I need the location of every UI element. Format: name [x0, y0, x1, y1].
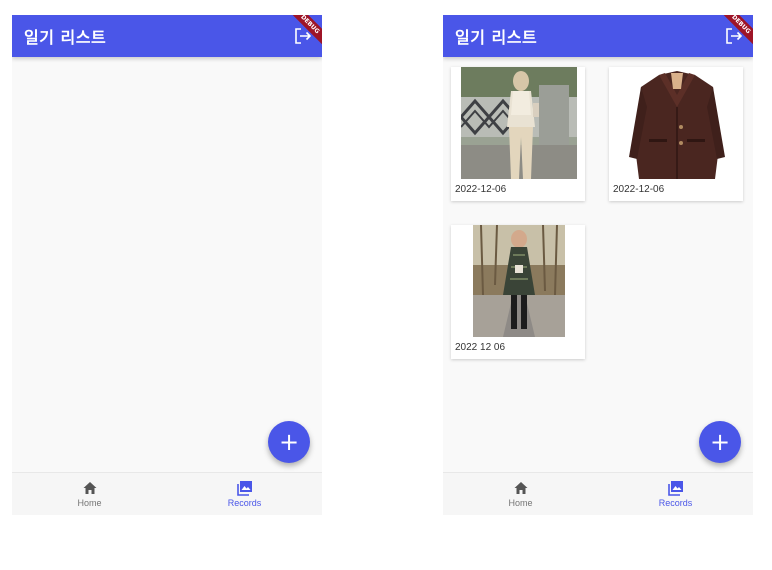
nav-records[interactable]: Records [167, 473, 322, 515]
record-date: 2022-12-06 [455, 184, 507, 195]
record-card[interactable]: 2022-12-06 [451, 67, 585, 201]
woman-plaid-coat-photo [473, 225, 565, 337]
brown-blazer-photo [619, 67, 735, 179]
home-icon [514, 482, 527, 494]
nav-home-label: Home [77, 498, 102, 508]
app-bar-title: 일기 리스트 [455, 28, 538, 47]
nav-records-label: Records [658, 498, 693, 508]
record-date: 2022 12 06 [455, 342, 506, 353]
bottom-navigation: Home Records [12, 472, 322, 515]
bottom-navigation: Home Records [443, 472, 753, 515]
woman-knit-vest-photo [461, 67, 577, 179]
record-date: 2022-12-06 [613, 184, 665, 195]
photo-library-icon [236, 481, 252, 496]
record-card[interactable]: 2022-12-06 [609, 67, 743, 201]
app-bar-title: 일기 리스트 [24, 28, 107, 47]
app-bar: 일기 리스트 DEBUG [443, 15, 753, 57]
app-bar: 일기 리스트 DEBUG [12, 15, 322, 57]
photo-library-icon [667, 481, 683, 496]
phone-screen-records: 일기 리스트 DEBUG 2022-12-06 2022-12-06 2022 … [443, 15, 753, 515]
nav-home-label: Home [508, 498, 533, 508]
nav-records-label: Records [227, 498, 262, 508]
nav-home[interactable]: Home [443, 473, 598, 515]
phone-screen-empty: 일기 리스트 DEBUG + Home Records [12, 15, 322, 515]
home-icon [83, 482, 96, 494]
add-record-button[interactable]: + [268, 421, 310, 463]
record-card[interactable]: 2022 12 06 [451, 225, 585, 359]
add-record-button[interactable]: + [699, 421, 741, 463]
nav-home[interactable]: Home [12, 473, 167, 515]
nav-records[interactable]: Records [598, 473, 753, 515]
